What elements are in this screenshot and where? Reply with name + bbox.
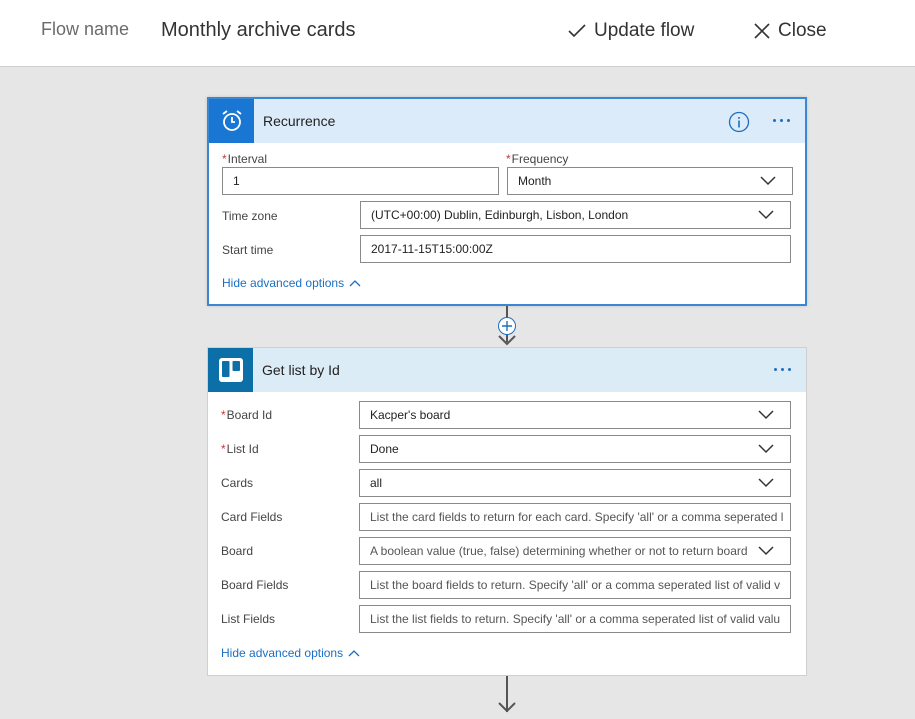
- interval-label: *Interval: [222, 152, 268, 166]
- alarm-clock-icon: [209, 99, 254, 143]
- board-fields-label: Board Fields: [221, 578, 289, 592]
- chevron-down-icon: [758, 444, 774, 454]
- check-icon: [568, 24, 586, 38]
- hide-advanced-options-label: Hide advanced options: [221, 646, 344, 660]
- chevron-up-icon: [348, 650, 360, 657]
- card-fields-input[interactable]: List the card fields to return for each …: [359, 503, 791, 531]
- frequency-label: *Frequency: [506, 152, 569, 166]
- card-fields-label: Card Fields: [221, 510, 283, 524]
- cards-label: Cards: [221, 476, 254, 490]
- update-flow-button[interactable]: Update flow: [568, 18, 694, 44]
- board-id-dropdown[interactable]: Kacper's board: [359, 401, 791, 429]
- recurrence-title: Recurrence: [263, 113, 336, 129]
- board-placeholder: A boolean value (true, false) determinin…: [370, 544, 748, 558]
- close-button[interactable]: Close: [754, 18, 827, 44]
- chevron-up-icon: [349, 280, 361, 287]
- timezone-dropdown[interactable]: (UTC+00:00) Dublin, Edinburgh, Lisbon, L…: [360, 201, 791, 229]
- top-bar: Flow name Monthly archive cards Update f…: [0, 0, 915, 67]
- get-list-card[interactable]: Get list by Id *Board Id Kacper's board …: [207, 347, 807, 676]
- frequency-value: Month: [518, 174, 552, 188]
- hide-advanced-options-link[interactable]: Hide advanced options: [221, 646, 360, 660]
- board-id-label: *Board Id: [221, 408, 273, 422]
- get-list-title: Get list by Id: [262, 362, 340, 378]
- board-fields-input[interactable]: List the board fields to return. Specify…: [359, 571, 791, 599]
- list-fields-input[interactable]: List the list fields to return. Specify …: [359, 605, 791, 633]
- recurrence-card-header[interactable]: Recurrence: [209, 99, 805, 143]
- timezone-label: Time zone: [222, 209, 278, 223]
- frequency-dropdown[interactable]: Month: [507, 167, 793, 195]
- start-time-input[interactable]: 2017-11-15T15:00:00Z: [360, 235, 791, 263]
- cards-value: all: [370, 476, 383, 490]
- board-id-value: Kacper's board: [370, 408, 451, 422]
- more-icon[interactable]: [773, 119, 790, 125]
- flow-name-label: Flow name: [41, 19, 130, 39]
- trello-icon: [208, 348, 253, 392]
- recurrence-card[interactable]: Recurrence *Interval 1 *Frequency Month …: [207, 97, 807, 306]
- flow-name-value[interactable]: Monthly archive cards: [161, 19, 356, 42]
- start-time-label: Start time: [222, 243, 274, 257]
- update-flow-label: Update flow: [594, 20, 695, 41]
- info-icon[interactable]: [728, 111, 750, 133]
- arrow-down-icon: [498, 335, 516, 346]
- close-icon: [754, 23, 770, 39]
- more-icon[interactable]: [774, 368, 791, 374]
- timezone-value: (UTC+00:00) Dublin, Edinburgh, Lisbon, L…: [371, 208, 629, 222]
- list-id-dropdown[interactable]: Done: [359, 435, 791, 463]
- hide-advanced-options-link[interactable]: Hide advanced options: [222, 276, 361, 290]
- cards-dropdown[interactable]: all: [359, 469, 791, 497]
- interval-input[interactable]: 1: [222, 167, 499, 195]
- chevron-down-icon: [758, 410, 774, 420]
- list-id-value: Done: [370, 442, 399, 456]
- get-list-card-header[interactable]: Get list by Id: [208, 348, 806, 392]
- arrow-down-icon: [498, 702, 516, 713]
- board-dropdown[interactable]: A boolean value (true, false) determinin…: [359, 537, 791, 565]
- list-id-label: *List Id: [221, 442, 259, 456]
- close-label: Close: [778, 20, 827, 41]
- chevron-down-icon: [758, 478, 774, 488]
- hide-advanced-options-label: Hide advanced options: [222, 276, 345, 290]
- board-label: Board: [221, 544, 254, 558]
- chevron-down-icon: [760, 176, 776, 186]
- list-fields-label: List Fields: [221, 612, 276, 626]
- chevron-down-icon: [758, 210, 774, 220]
- chevron-down-icon: [758, 546, 774, 556]
